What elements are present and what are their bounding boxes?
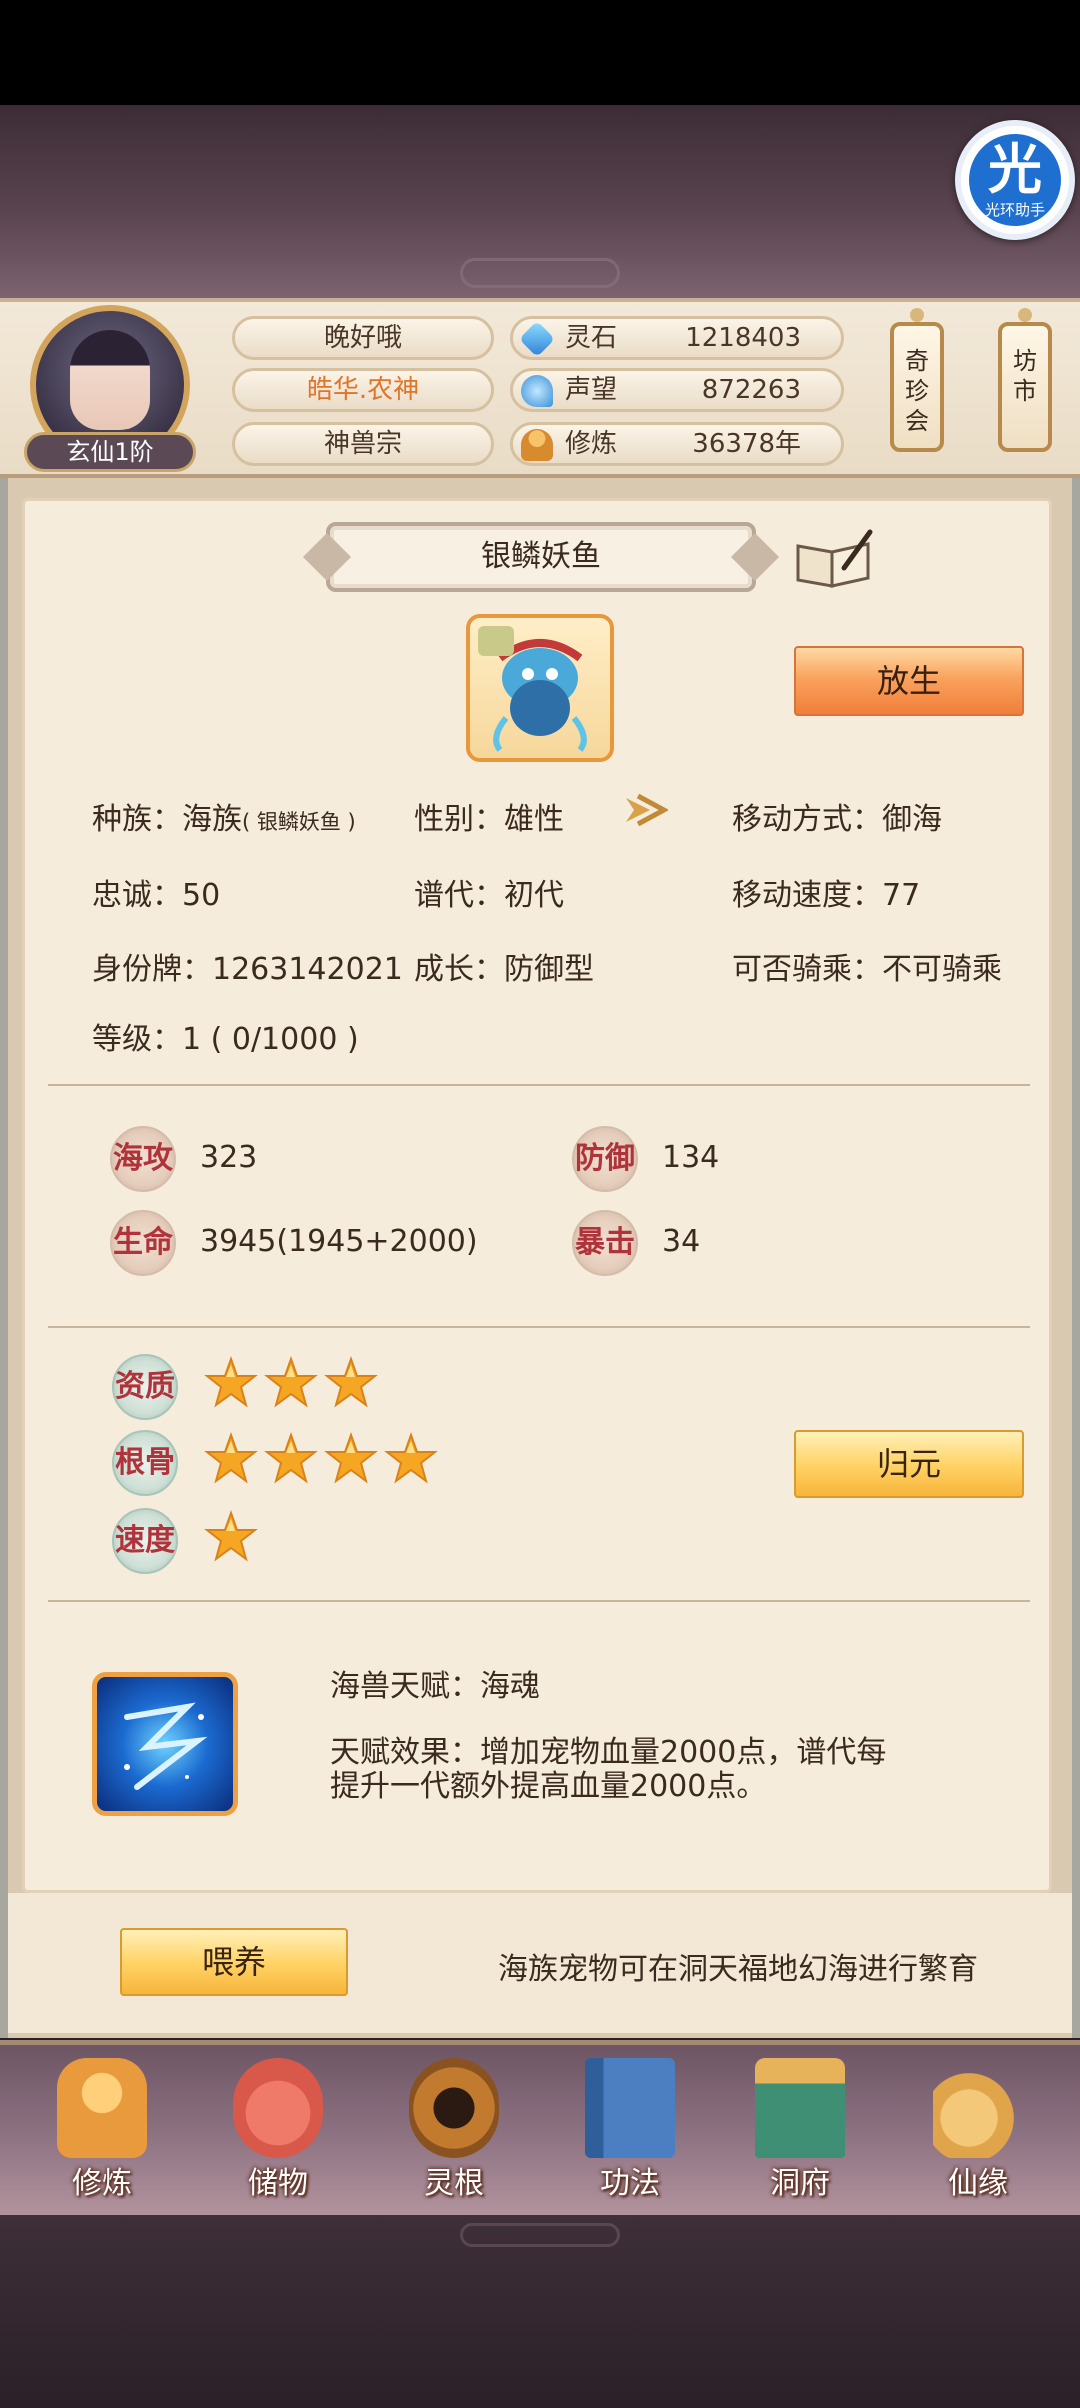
- bone-badge: 根骨: [112, 1430, 178, 1496]
- sea-attack-badge: 海攻: [110, 1126, 176, 1192]
- avatar-portrait: [70, 330, 150, 430]
- market-tag[interactable]: 坊市: [998, 308, 1052, 452]
- star-icon: [204, 1431, 258, 1486]
- talent-effect-line1: 天赋效果：增加宠物血量2000点，谱代每: [330, 1735, 887, 1770]
- nav-item-immortal-fate[interactable]: 仙缘: [908, 2050, 1048, 2210]
- star-icon: [264, 1431, 318, 1486]
- spirit-stone-label: 灵石: [565, 323, 618, 353]
- talent-effect-line2: 提升一代额外提高血量2000点。: [330, 1769, 767, 1804]
- defense-badge: 防御: [572, 1126, 638, 1192]
- star-icon: [324, 1431, 378, 1486]
- technique-book-icon: [585, 2058, 675, 2158]
- storage-bag-icon: [233, 2058, 323, 2158]
- nav-label: 洞府: [770, 2166, 830, 2201]
- growth-field: 成长：防御型: [414, 952, 594, 987]
- greeting-label: 晚好哦: [232, 316, 494, 360]
- nav-label: 储物: [248, 2166, 308, 2201]
- cultivation-icon: [521, 429, 553, 461]
- nav-item-cave-abode[interactable]: 洞府: [730, 2050, 870, 2210]
- bone-stars: [204, 1431, 464, 1492]
- sect-label[interactable]: 神兽宗: [232, 422, 494, 466]
- return-origin-button[interactable]: 归元: [794, 1430, 1024, 1498]
- release-button[interactable]: 放生: [794, 646, 1024, 716]
- star-icon: [204, 1355, 258, 1410]
- nav-item-spirit-root[interactable]: 灵根: [384, 2050, 524, 2210]
- nav-label: 灵根: [424, 2166, 484, 2201]
- cultivation-value: 36378年: [692, 429, 801, 459]
- move-mode-field: 移动方式：御海: [732, 802, 942, 837]
- spirit-root-icon: [409, 2058, 499, 2158]
- star-icon: [324, 1355, 378, 1410]
- move-speed-field: 移动速度：77: [732, 878, 921, 913]
- nav-item-storage[interactable]: 储物: [208, 2050, 348, 2210]
- race-note: ( 银鳞妖鱼 ): [242, 810, 356, 834]
- market-label: 坊市: [1013, 347, 1037, 405]
- pet-portrait[interactable]: [466, 614, 614, 762]
- assistant-icon: 光 光环助手: [969, 134, 1061, 226]
- race-field: 种族：海族( 银鳞妖鱼 ): [92, 794, 356, 838]
- nav-item-technique[interactable]: 功法: [560, 2050, 700, 2210]
- aptitude-badge: 资质: [112, 1354, 178, 1420]
- cultivation-label: 修炼: [565, 429, 618, 459]
- divider: [48, 1600, 1030, 1602]
- pet-title: 银鳞妖鱼: [481, 539, 601, 574]
- spirit-stone-value: 1218403: [685, 323, 801, 353]
- star-icon: [264, 1355, 318, 1410]
- nav-label: 功法: [600, 2166, 660, 2201]
- assistant-glyph: 光: [988, 137, 1042, 201]
- talent-name: 海兽天赋：海魂: [330, 1669, 540, 1704]
- sea-soul-skill-icon[interactable]: [92, 1672, 238, 1816]
- health-value: 3945(1945+2000): [200, 1224, 478, 1259]
- cultivation-stat[interactable]: 修炼 36378年: [510, 422, 844, 466]
- player-name[interactable]: 皓华.农神: [232, 368, 494, 412]
- assistant-label: 光环助手: [984, 200, 1045, 219]
- assistant-button[interactable]: 光 光环助手: [955, 120, 1075, 240]
- treasure-pavilion-label: 奇珍会: [905, 347, 929, 435]
- race-value: 海族: [182, 802, 242, 837]
- book-icon[interactable]: [794, 528, 874, 592]
- star-icon: [204, 1509, 258, 1564]
- silver-scale-fish-icon: [478, 626, 587, 752]
- prestige-icon: [521, 375, 553, 407]
- cultivate-icon: [57, 2058, 147, 2158]
- prestige-label: 声望: [565, 375, 618, 405]
- divider: [48, 1084, 1030, 1086]
- immortal-fate-icon: [933, 2058, 1023, 2158]
- rideable-field: 可否骑乘：不可骑乘: [732, 952, 1002, 987]
- nav-item-cultivate[interactable]: 修炼: [32, 2050, 172, 2210]
- spirit-stone-stat[interactable]: 灵石 1218403: [510, 316, 844, 360]
- critical-value: 34: [662, 1224, 701, 1259]
- health-badge: 生命: [110, 1210, 176, 1276]
- rank-badge: 玄仙1阶: [24, 432, 196, 472]
- aptitude-stars: [204, 1355, 464, 1416]
- defense-value: 134: [662, 1140, 720, 1175]
- feed-button[interactable]: 喂养: [120, 1928, 348, 1996]
- level-field: 等级：1 ( 0/1000 ): [92, 1022, 359, 1057]
- prestige-stat[interactable]: 声望 872263: [510, 368, 844, 412]
- speed-stars: [204, 1509, 464, 1570]
- arrow-right-icon[interactable]: [620, 790, 668, 830]
- id-card-field: 身份牌：1263142021: [92, 952, 403, 987]
- spirit-stone-icon: [518, 320, 556, 358]
- bottom-ornament: [460, 2223, 620, 2247]
- speed-badge: 速度: [112, 1508, 178, 1574]
- nav-label: 仙缘: [948, 2166, 1008, 2201]
- scenery-ornament: [460, 258, 620, 288]
- sea-attack-value: 323: [200, 1140, 258, 1175]
- star-icon: [384, 1431, 438, 1486]
- cave-abode-icon: [755, 2058, 845, 2158]
- race-label: 种族：: [92, 802, 182, 837]
- treasure-pavilion-tag[interactable]: 奇珍会: [890, 308, 944, 452]
- breeding-hint: 海族宠物可在洞天福地幻海进行繁育: [498, 1952, 978, 1987]
- loyalty-field: 忠诚：50: [92, 878, 221, 913]
- nav-label: 修炼: [72, 2166, 132, 2201]
- gender-field: 性别：雄性: [414, 802, 564, 837]
- divider: [48, 1326, 1030, 1328]
- bottom-backdrop: [0, 2215, 1080, 2408]
- generation-field: 谱代：初代: [414, 878, 564, 913]
- critical-badge: 暴击: [572, 1210, 638, 1276]
- lightning-icon: [124, 1702, 208, 1790]
- prestige-value: 872263: [701, 375, 801, 405]
- system-status-bar: [0, 0, 1080, 105]
